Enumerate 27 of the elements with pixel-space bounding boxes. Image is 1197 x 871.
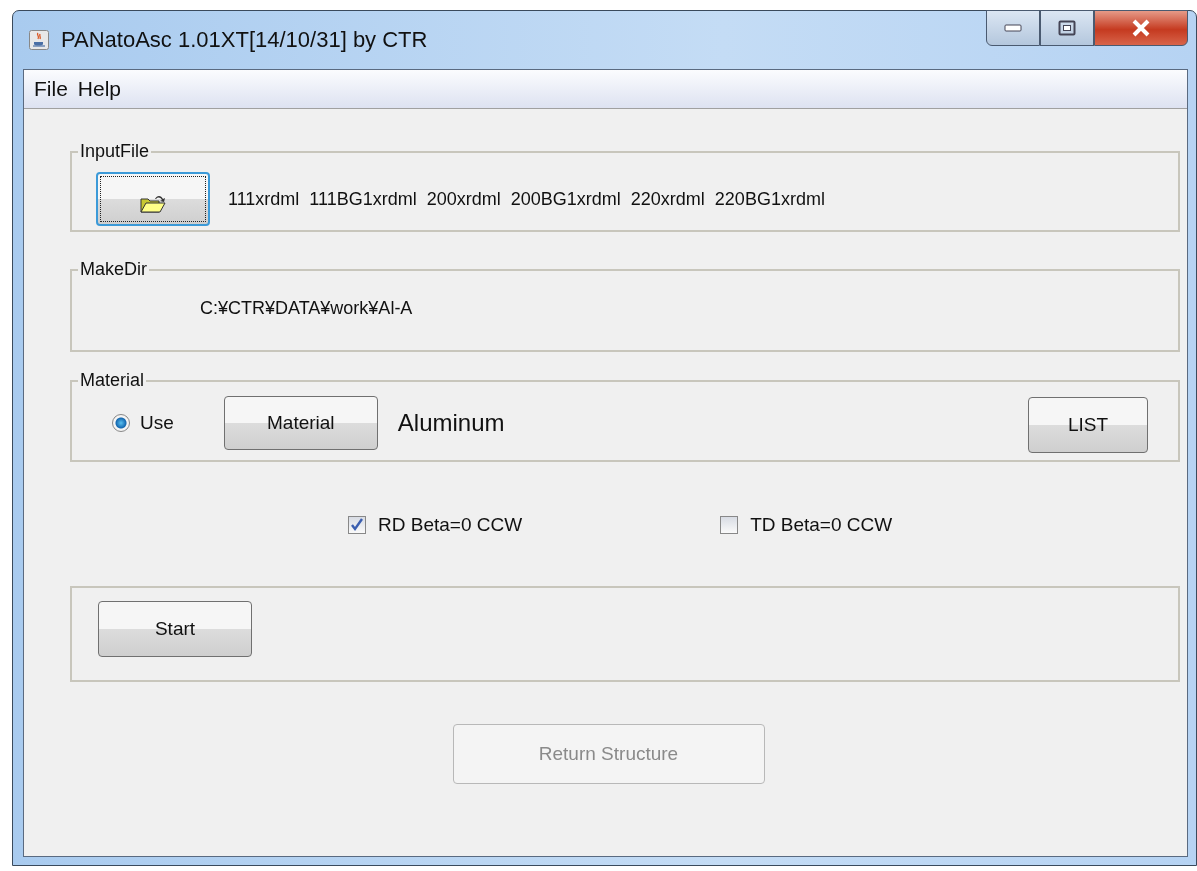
file-list: 111xrdml 111BG1xrdml 200xrdml 200BG1xrdml 220xrdml 220BG1xrdml bbox=[228, 188, 825, 210]
checkbox-label: TD Beta=0 CCW bbox=[750, 514, 893, 536]
group-label: InputFile bbox=[79, 141, 151, 162]
menu-item[interactable]: Help bbox=[77, 77, 122, 101]
minimize-icon bbox=[1004, 24, 1022, 32]
radio-label: Use bbox=[140, 412, 174, 434]
close-icon bbox=[1130, 19, 1152, 37]
menu-item[interactable]: File bbox=[34, 77, 68, 101]
group-label: MakeDir bbox=[79, 259, 148, 280]
open-file-button[interactable] bbox=[96, 172, 210, 226]
maximize-icon bbox=[1058, 20, 1076, 36]
minimize-button[interactable] bbox=[986, 10, 1040, 46]
window-title: PANatoAsc 1.01XT[14/10/31] by CTR bbox=[61, 27, 428, 53]
start-button[interactable]: Start bbox=[98, 601, 252, 657]
close-button[interactable] bbox=[1094, 10, 1188, 46]
material-name: Aluminum bbox=[397, 409, 505, 437]
group-label: Material bbox=[79, 370, 146, 391]
material-button[interactable]: Material bbox=[223, 396, 378, 450]
checkbox[interactable] bbox=[720, 516, 739, 534]
checkbox[interactable] bbox=[348, 516, 366, 534]
list-button[interactable]: LIST bbox=[1028, 397, 1148, 453]
cup-icon bbox=[29, 30, 49, 50]
maximize-button[interactable] bbox=[1040, 10, 1094, 46]
radio-button[interactable] bbox=[112, 414, 130, 432]
checkbox-label: RD Beta=0 CCW bbox=[378, 514, 523, 536]
directory-path: C:¥CTR¥DATA¥work¥Al-A bbox=[199, 297, 414, 319]
folder-icon bbox=[140, 193, 166, 214]
